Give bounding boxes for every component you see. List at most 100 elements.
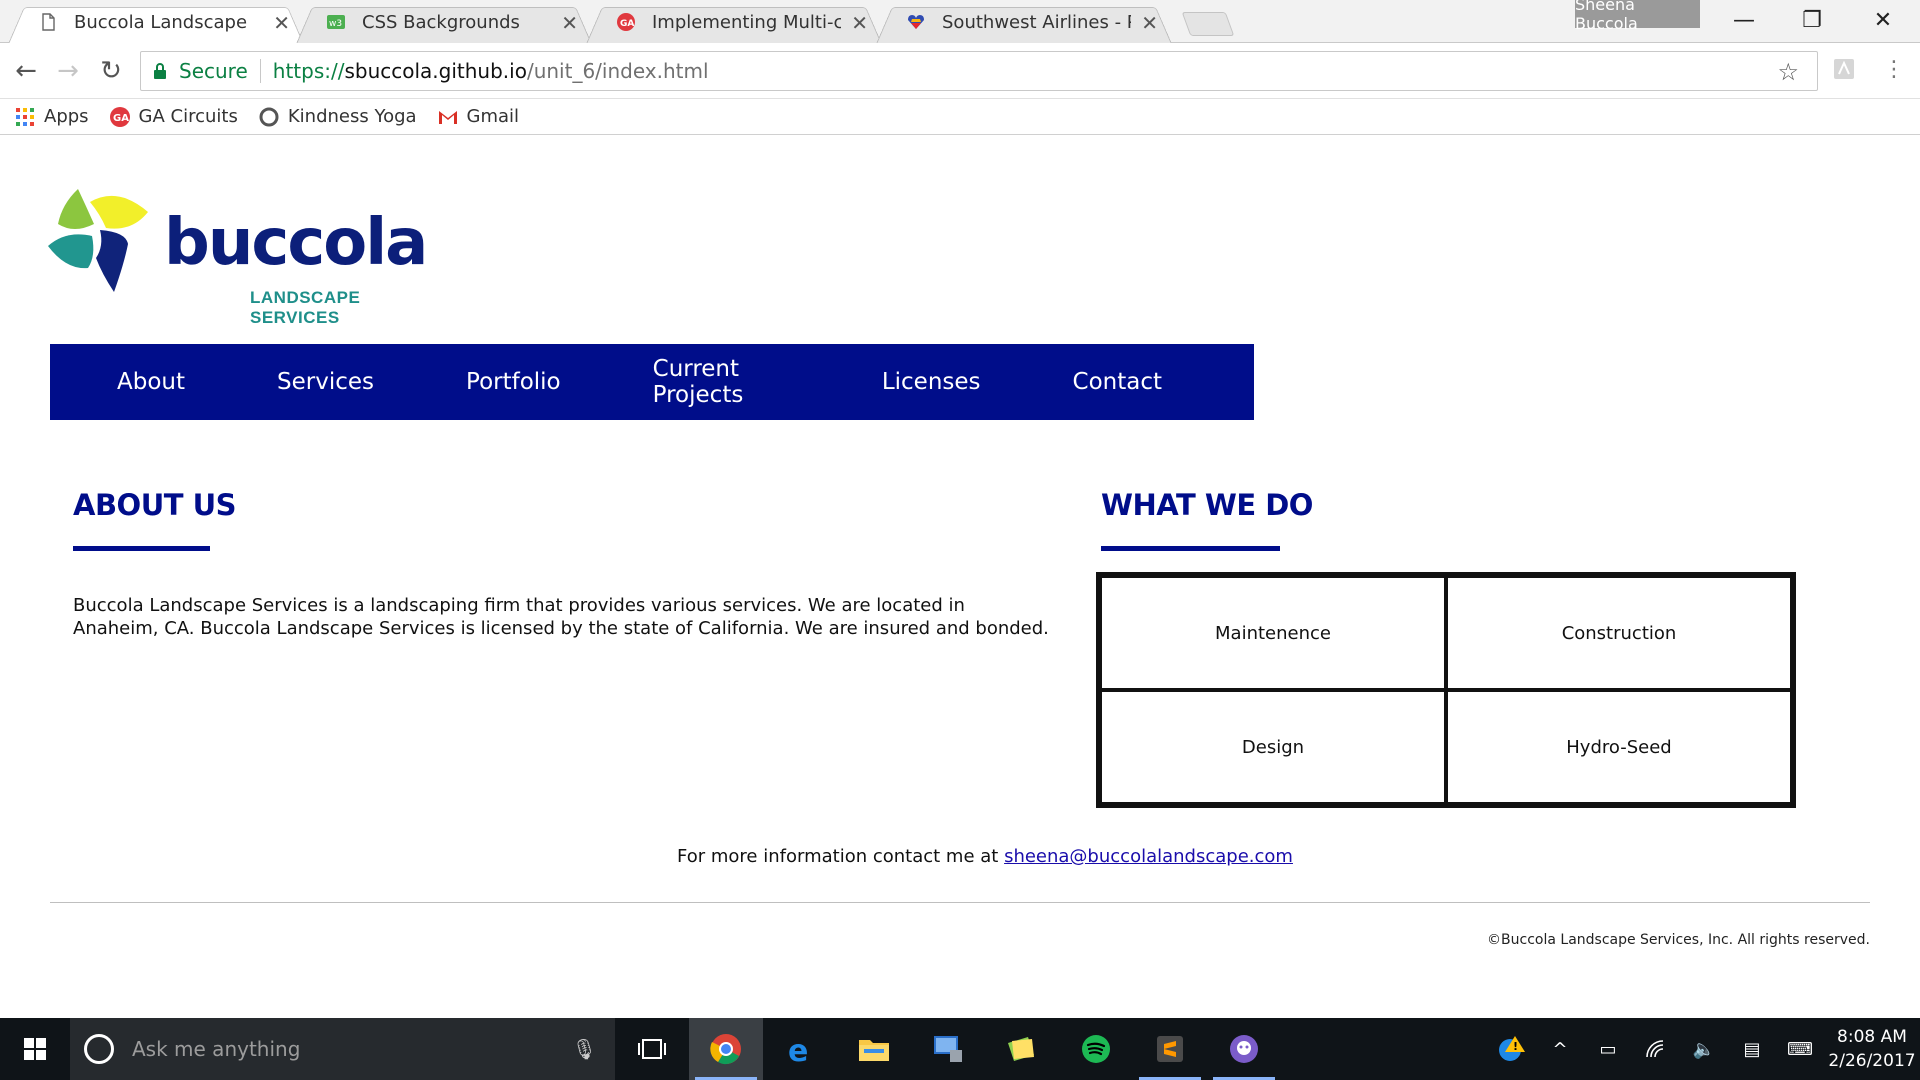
- tab-title: Southwest Airlines - Payr: [942, 12, 1131, 33]
- web-page: buccola LANDSCAPE SERVICES About Service…: [0, 136, 1920, 1018]
- volume-muted-icon[interactable]: 🔈: [1680, 1039, 1728, 1060]
- nav-current-projects[interactable]: Current Projects: [653, 356, 790, 408]
- contact-line: For more information contact me at sheen…: [0, 846, 1920, 867]
- contact-prefix: For more information contact me at: [677, 846, 1005, 867]
- contact-email-link[interactable]: sheena@buccolalandscape.com: [1004, 846, 1293, 867]
- close-tab-icon[interactable]: ✕: [561, 11, 578, 35]
- logo-wordmark: buccola: [164, 206, 428, 280]
- bookmark-ga-circuits[interactable]: GA GA Circuits: [109, 106, 238, 128]
- bookmark-star-icon[interactable]: ☆: [1777, 58, 1799, 86]
- tab-css-backgrounds[interactable]: w3 CSS Backgrounds ✕: [296, 2, 592, 45]
- edge-icon[interactable]: e: [763, 1018, 837, 1080]
- services-grid: Maintenence Construction Design Hydro-Se…: [1096, 572, 1796, 808]
- profile-button[interactable]: Sheena Buccola: [1575, 0, 1700, 33]
- what-we-do-heading: WHAT WE DO: [1101, 488, 1313, 522]
- microphone-icon[interactable]: 🎙: [572, 1037, 597, 1061]
- svg-text:GA: GA: [620, 19, 634, 29]
- task-view-icon[interactable]: [615, 1018, 689, 1080]
- nav-contact[interactable]: Contact: [1073, 369, 1162, 395]
- sublime-text-icon[interactable]: [1133, 1018, 1207, 1080]
- address-bar[interactable]: Secure https://sbuccola.github.io/unit_6…: [140, 51, 1818, 91]
- nav-services[interactable]: Services: [277, 369, 374, 395]
- svg-text:!: !: [1513, 1040, 1518, 1053]
- file-explorer-icon[interactable]: [837, 1018, 911, 1080]
- tab-strip: Buccola Landscape ✕ w3 CSS Backgrounds ✕…: [0, 0, 1920, 45]
- wifi-icon[interactable]: [1632, 1040, 1680, 1058]
- close-tab-icon[interactable]: ✕: [851, 11, 868, 35]
- close-tab-icon[interactable]: ✕: [273, 11, 290, 35]
- secure-label: Secure: [179, 59, 248, 83]
- separator: [259, 59, 261, 83]
- close-window-icon[interactable]: ✕: [1855, 0, 1911, 40]
- back-arrow-icon[interactable]: ←: [10, 55, 42, 87]
- svg-text:e: e: [788, 1034, 808, 1065]
- ga-icon: GA: [109, 106, 130, 127]
- reload-icon[interactable]: ↻: [95, 55, 127, 87]
- footer-divider: [50, 902, 1870, 903]
- ga-icon: GA: [617, 13, 635, 31]
- gmail-icon: [438, 110, 457, 124]
- service-maintenance: Maintenence: [1100, 576, 1446, 690]
- about-us-text: Buccola Landscape Services is a landscap…: [73, 595, 1049, 639]
- cortana-icon: [84, 1034, 114, 1064]
- bookmark-label: Apps: [44, 106, 89, 127]
- pdf-extension-icon[interactable]: [1830, 55, 1858, 83]
- clock[interactable]: 8:08 AM 2/26/2017: [1824, 1025, 1920, 1073]
- battery-icon[interactable]: ▭: [1584, 1039, 1632, 1060]
- keyboard-icon[interactable]: ⌨: [1776, 1039, 1824, 1060]
- southwest-heart-icon: [908, 15, 924, 29]
- browser-toolbar: ← → ↻ Secure https://sbuccola.github.io /…: [0, 43, 1920, 99]
- tab-implementing-multi-column[interactable]: GA Implementing Multi-colu ✕: [586, 2, 882, 45]
- what-we-do-underline: [1101, 546, 1280, 551]
- bookmark-label: Kindness Yoga: [287, 106, 417, 127]
- system-tray: ! ^ ▭ 🔈 ▤ ⌨ 8:08 AM 2/26/2017: [1488, 1025, 1920, 1073]
- update-warning-icon[interactable]: !: [1488, 1034, 1536, 1064]
- url-host: sbuccola.github.io: [344, 59, 527, 83]
- remote-desktop-icon[interactable]: [911, 1018, 985, 1080]
- search-placeholder: Ask me anything: [132, 1037, 301, 1061]
- svg-text:w3: w3: [329, 19, 342, 29]
- tab-southwest-airlines[interactable]: Southwest Airlines - Payr ✕: [876, 2, 1172, 45]
- circle-icon: [259, 107, 279, 126]
- w3schools-icon: w3: [327, 15, 345, 29]
- tab-title: CSS Backgrounds: [362, 12, 520, 33]
- windows-start-icon[interactable]: [0, 1018, 70, 1080]
- chevron-up-icon[interactable]: ^: [1536, 1039, 1584, 1060]
- forward-arrow-icon[interactable]: →: [52, 55, 84, 87]
- bookmark-label: GA Circuits: [138, 106, 238, 127]
- nav-licenses[interactable]: Licenses: [882, 369, 981, 395]
- url-scheme: https://: [272, 59, 345, 83]
- menu-kebab-icon[interactable]: ⋮: [1880, 55, 1908, 83]
- clock-date: 2/26/2017: [1828, 1051, 1916, 1071]
- copyright: ©Buccola Landscape Services, Inc. All ri…: [1487, 932, 1870, 948]
- sticky-notes-icon[interactable]: [985, 1018, 1059, 1080]
- bookmark-label: Gmail: [466, 106, 520, 127]
- logo-tagline: LANDSCAPE SERVICES: [250, 288, 361, 327]
- github-desktop-icon[interactable]: [1207, 1018, 1281, 1080]
- close-tab-icon[interactable]: ✕: [1141, 11, 1158, 35]
- page-icon: [42, 13, 55, 31]
- windows-taskbar: Ask me anything 🎙 e ! ^ ▭ 🔈 ▤ ⌨ 8:08 AM …: [0, 1018, 1920, 1080]
- about-us-underline: [73, 546, 210, 551]
- chrome-taskbar-icon[interactable]: [689, 1018, 763, 1080]
- new-tab-button[interactable]: [1181, 12, 1235, 36]
- svg-text:GA: GA: [113, 113, 129, 124]
- tab-buccola-landscape[interactable]: Buccola Landscape ✕: [8, 2, 304, 45]
- spotify-icon[interactable]: [1059, 1018, 1133, 1080]
- cortana-search[interactable]: Ask me anything 🎙: [70, 1018, 615, 1080]
- minimize-icon[interactable]: —: [1716, 0, 1772, 40]
- tab-title: Buccola Landscape: [74, 12, 248, 33]
- bookmarks-bar: Apps GA GA Circuits Kindness Yoga Gmail: [0, 99, 1920, 135]
- buccola-logo[interactable]: buccola LANDSCAPE SERVICES: [48, 184, 428, 327]
- nav-about[interactable]: About: [117, 369, 185, 395]
- service-construction: Construction: [1446, 576, 1792, 690]
- nav-portfolio[interactable]: Portfolio: [466, 369, 561, 395]
- url-path: /unit_6/index.html: [526, 59, 709, 83]
- bookmark-apps[interactable]: Apps: [14, 106, 89, 128]
- about-us-heading: ABOUT US: [73, 488, 237, 522]
- restore-icon[interactable]: ❐: [1784, 0, 1840, 40]
- bookmark-kindness-yoga[interactable]: Kindness Yoga: [258, 106, 417, 128]
- action-center-icon[interactable]: ▤: [1728, 1039, 1776, 1060]
- main-nav: About Services Portfolio Current Project…: [50, 344, 1254, 420]
- bookmark-gmail[interactable]: Gmail: [437, 106, 520, 128]
